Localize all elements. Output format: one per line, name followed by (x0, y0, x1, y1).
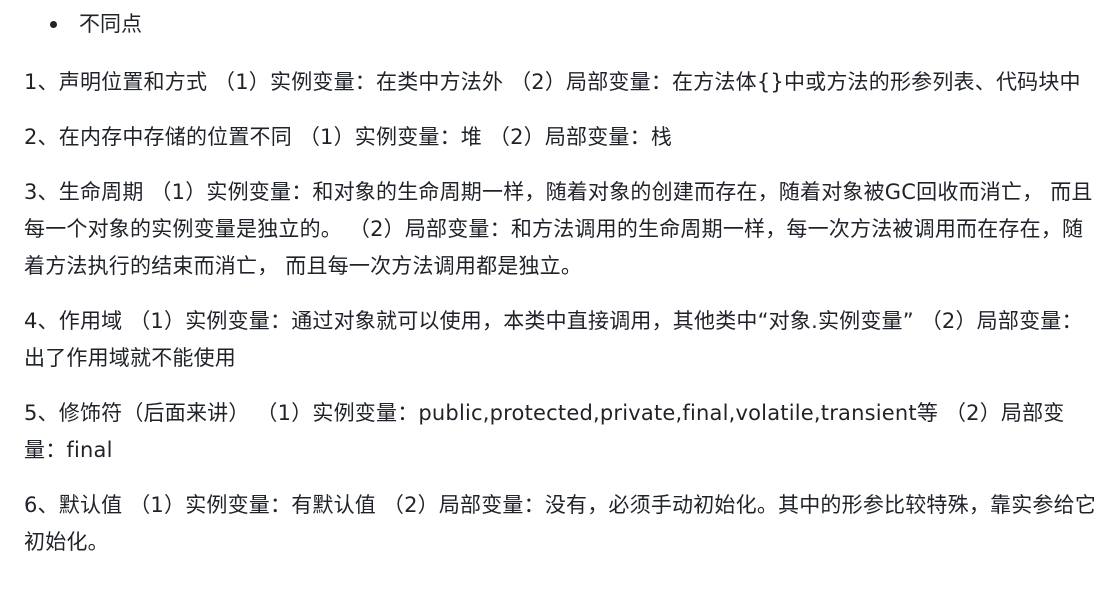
bullet-dot-icon (50, 20, 57, 28)
paragraph-default-value: 6、默认值 （1）实例变量：有默认值 （2）局部变量：没有，必须手动初始化。其中… (24, 493, 1097, 554)
heading-text: 不同点 (79, 12, 142, 36)
document-page: 不同点 1、声明位置和方式 （1）实例变量：在类中方法外 （2）局部变量：在方法… (0, 0, 1120, 599)
paragraph-memory: 2、在内存中存储的位置不同 （1）实例变量：堆 （2）局部变量：栈 (24, 125, 673, 149)
paragraph-declaration: 1、声明位置和方式 （1）实例变量：在类中方法外 （2）局部变量：在方法体{}中… (24, 70, 1081, 94)
paragraph-scope: 4、作用域 （1）实例变量：通过对象就可以使用，本类中直接调用，其他类中“对象.… (24, 309, 1083, 370)
paragraph-lifecycle: 3、生命周期 （1）实例变量：和对象的生命周期一样，随着对象的创建而存在，随着对… (24, 180, 1093, 278)
bullet-heading: 不同点 (24, 6, 1100, 42)
paragraph-modifiers: 5、修饰符（后面来讲） （1）实例变量：public,protected,pri… (24, 401, 1065, 462)
